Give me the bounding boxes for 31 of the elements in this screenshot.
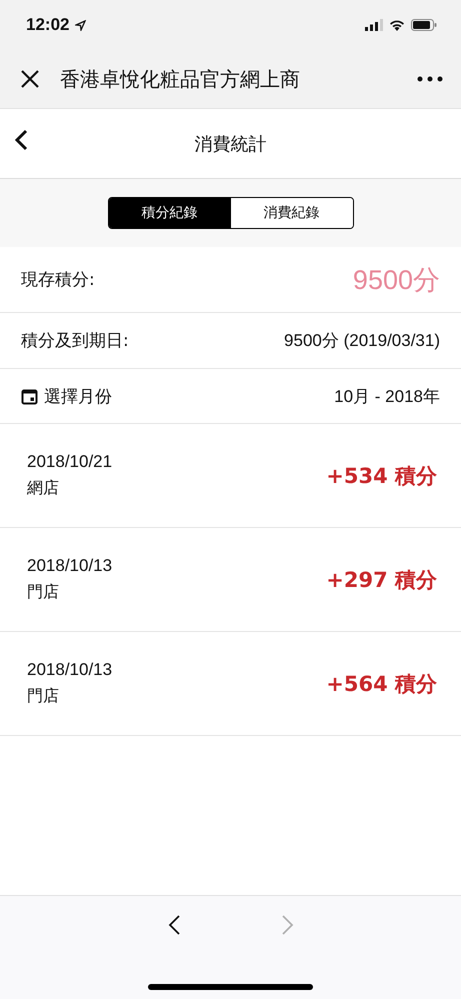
page-title: 消費統計 xyxy=(194,132,266,156)
record-source: 門店 xyxy=(27,582,60,603)
summary-value: 9500分 xyxy=(352,264,440,296)
record-date: 2018/10/13 xyxy=(27,660,112,680)
back-nav-button[interactable] xyxy=(166,914,180,936)
record-date: 2018/10/21 xyxy=(27,452,112,472)
month-picker[interactable]: 選擇月份 xyxy=(21,384,112,408)
close-icon[interactable] xyxy=(20,69,40,89)
record-points: +534 積分 xyxy=(326,462,437,490)
more-icon[interactable] xyxy=(417,76,443,82)
record-points: +564 積分 xyxy=(326,670,437,698)
calendar-icon xyxy=(21,388,38,404)
record-points: +297 積分 xyxy=(326,566,437,594)
record-date: 2018/10/13 xyxy=(27,556,112,576)
status-time: 12:02 xyxy=(26,15,70,35)
summary-value: 9500分 (2019/03/31) xyxy=(284,330,440,352)
summary-label: 積分及到期日: xyxy=(21,330,129,352)
browser-title: 香港卓悅化粧品官方網上商 xyxy=(60,66,301,92)
tab[interactable]: 消費紀錄 xyxy=(230,198,352,228)
record-source: 網店 xyxy=(27,478,60,499)
back-icon xyxy=(14,129,28,151)
record-source: 門店 xyxy=(27,686,60,707)
picker-label: 選擇月份 xyxy=(44,386,112,408)
signal-icon xyxy=(365,19,383,31)
battery-icon xyxy=(411,19,437,31)
location-arrow-icon xyxy=(75,20,86,30)
summary-value: 10月 - 2018年 xyxy=(334,386,440,408)
wifi-icon xyxy=(389,19,405,31)
summary-label: 現存積分: xyxy=(21,269,95,291)
back-button[interactable] xyxy=(14,129,28,151)
tab[interactable]: 積分紀錄 xyxy=(108,198,230,228)
